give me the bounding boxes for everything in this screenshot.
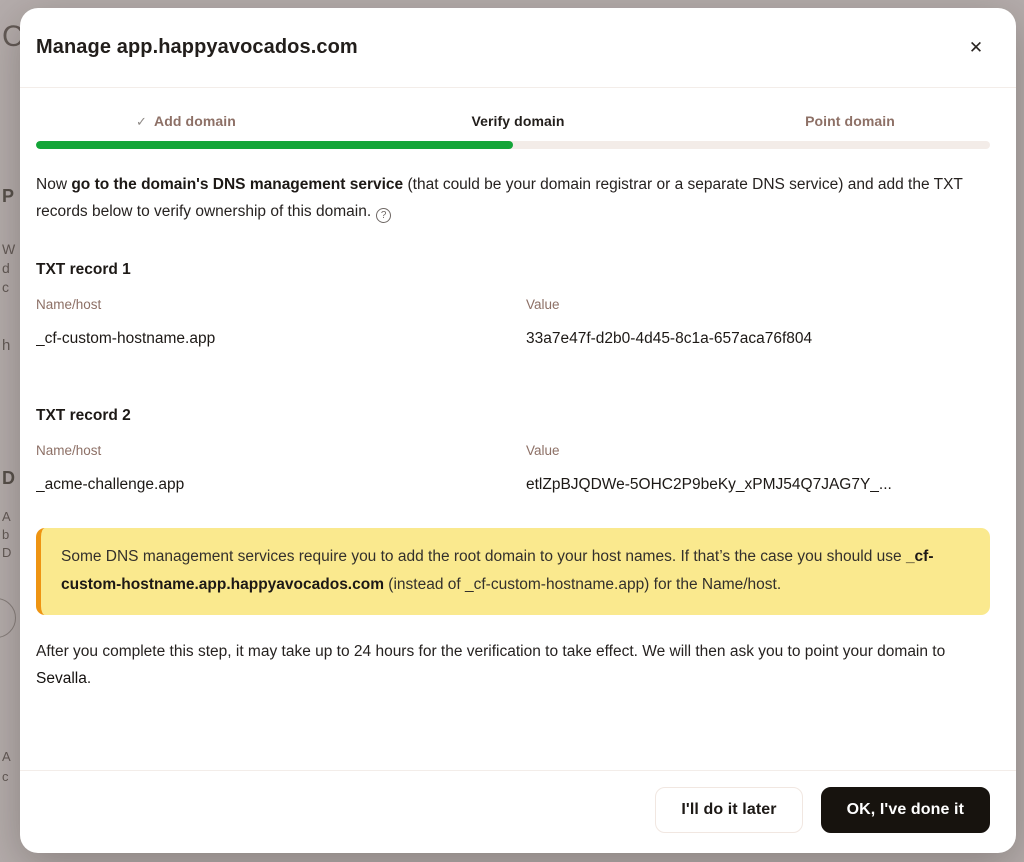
name-host-value: _acme-challenge.app xyxy=(36,475,526,495)
close-icon[interactable]: ✕ xyxy=(962,34,990,62)
manage-domain-modal: Manage app.happyavocados.com ✕ ✓ Add doma… xyxy=(20,8,1016,853)
backdrop-text-fragment: c xyxy=(2,769,9,784)
step-add-domain: ✓ Add domain xyxy=(20,113,352,130)
txt-record-1: TXT record 1 Name/host Value _cf-custom-… xyxy=(36,256,990,349)
backdrop-text-fragment: b xyxy=(2,527,9,542)
stepper: ✓ Add domain Verify domain Point domain xyxy=(20,113,1016,130)
name-host-value: _cf-custom-hostname.app xyxy=(36,329,526,349)
modal-header: Manage app.happyavocados.com ✕ xyxy=(20,8,1016,88)
check-icon: ✓ xyxy=(136,114,147,129)
backdrop-text-fragment: D xyxy=(2,545,11,560)
ok-done-button[interactable]: OK, I've done it xyxy=(821,787,990,833)
record-heading: TXT record 2 xyxy=(36,402,990,429)
modal-title: Manage app.happyavocados.com xyxy=(36,36,358,59)
step-label: Add domain xyxy=(154,113,236,129)
warning-pre: Some DNS management services require you… xyxy=(61,548,906,565)
outro-text: After you complete this step, it may tak… xyxy=(36,638,990,692)
name-host-label: Name/host xyxy=(36,442,526,460)
backdrop-circle-fragment xyxy=(0,598,16,638)
intro-bold: go to the domain's DNS management servic… xyxy=(71,176,403,193)
backdrop-text-fragment: A xyxy=(2,749,11,764)
step-verify-domain: Verify domain xyxy=(352,113,684,130)
backdrop-text-fragment: A xyxy=(2,509,11,524)
backdrop-text-fragment: D xyxy=(2,468,15,489)
brand-name: Sevalla xyxy=(36,670,87,687)
progress-bar-fill xyxy=(36,141,513,149)
value-label: Value xyxy=(526,442,990,460)
name-host-label: Name/host xyxy=(36,296,526,314)
step-label: Verify domain xyxy=(471,113,564,129)
dns-root-domain-warning: Some DNS management services require you… xyxy=(36,528,990,615)
modal-footer: I'll do it later OK, I've done it xyxy=(20,770,1016,853)
backdrop-text-fragment: W xyxy=(2,241,15,257)
value-value: 33a7e47f-d2b0-4d45-8c1a-657aca76f804 xyxy=(526,329,990,349)
value-value: etlZpBJQDWe-5OHC2P9beKy_xPMJ54Q7JAG7Y_..… xyxy=(526,475,990,495)
do-it-later-button[interactable]: I'll do it later xyxy=(655,787,802,833)
record-grid: Name/host Value _cf-custom-hostname.app … xyxy=(36,296,990,349)
backdrop-text-fragment: c xyxy=(2,279,9,295)
progress-bar-track xyxy=(36,141,990,149)
backdrop-text-fragment: h xyxy=(2,337,10,354)
outro-pre: After you complete this step, it may tak… xyxy=(36,643,945,660)
warning-post: (instead of _cf-custom-hostname.app) for… xyxy=(384,576,781,593)
txt-record-2: TXT record 2 Name/host Value _acme-chall… xyxy=(36,402,990,495)
help-icon[interactable]: ? xyxy=(376,208,391,223)
backdrop-text-fragment: P xyxy=(2,186,14,207)
record-grid: Name/host Value _acme-challenge.app etlZ… xyxy=(36,442,990,495)
modal-body: Now go to the domain's DNS management se… xyxy=(20,149,1016,770)
step-label: Point domain xyxy=(805,113,895,129)
intro-pre: Now xyxy=(36,176,71,193)
outro-post: . xyxy=(87,670,91,687)
backdrop-text-fragment: d xyxy=(2,260,10,276)
record-heading: TXT record 1 xyxy=(36,256,990,283)
intro-text: Now go to the domain's DNS management se… xyxy=(36,171,990,225)
value-label: Value xyxy=(526,296,990,314)
step-point-domain: Point domain xyxy=(684,113,1016,130)
